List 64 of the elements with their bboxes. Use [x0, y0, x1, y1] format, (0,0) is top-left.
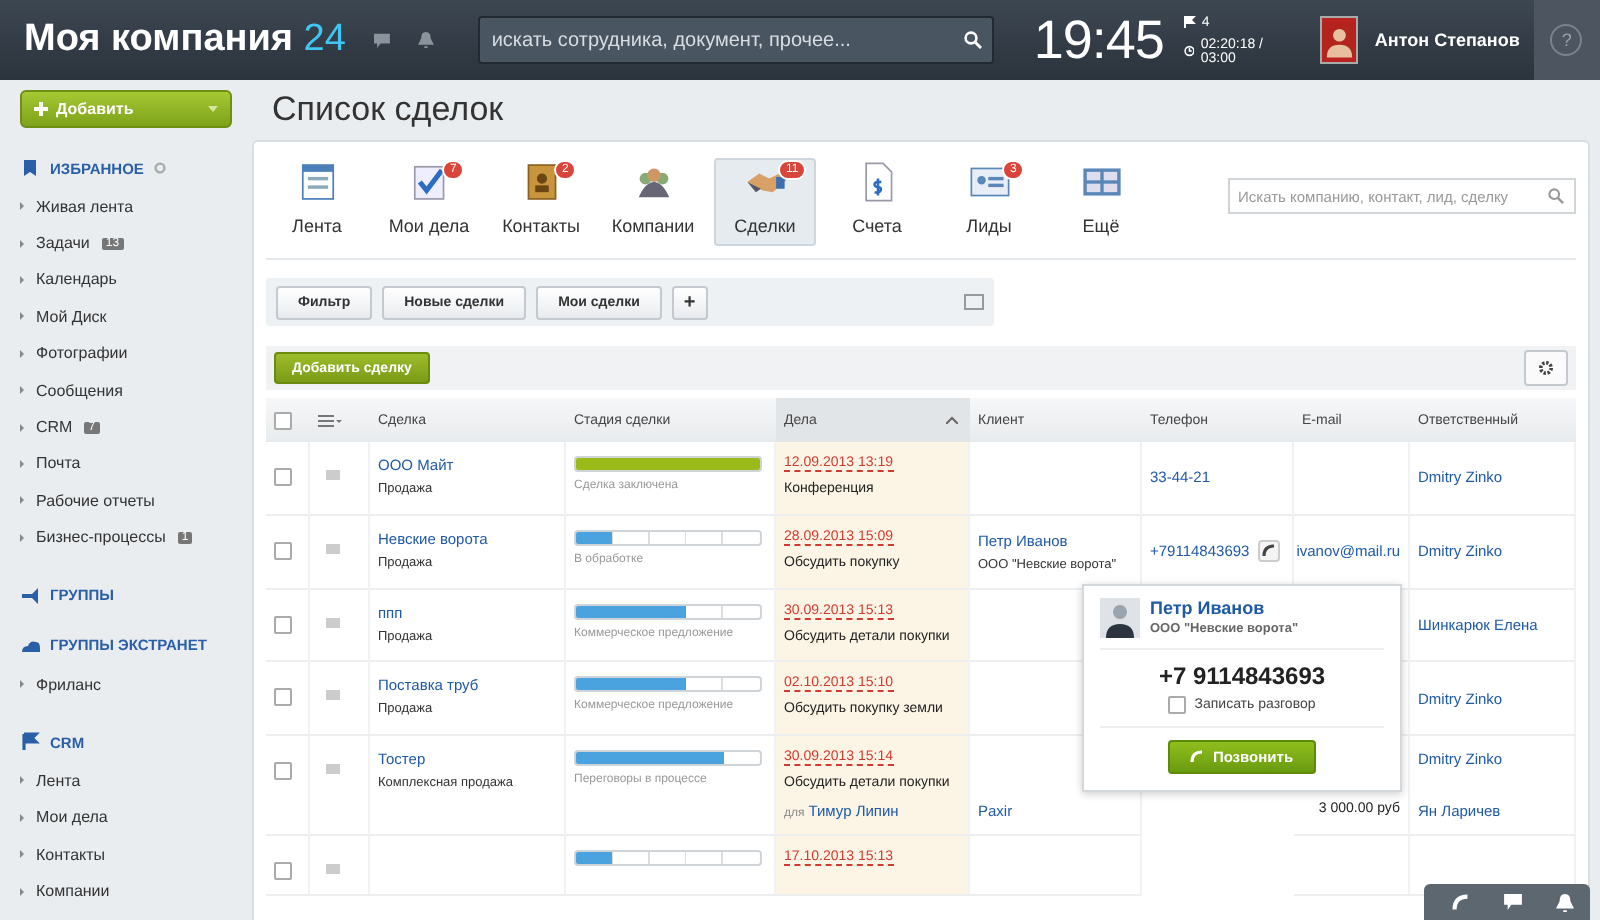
logo[interactable]: Моя компания 24 [24, 18, 346, 62]
add-filter-button[interactable]: + [671, 285, 708, 319]
row-menu-icon[interactable] [326, 764, 340, 775]
search-field[interactable]: искать сотрудника, документ, прочее... [477, 16, 994, 64]
bell-icon[interactable] [417, 30, 434, 50]
sidebar-item[interactable]: Лента [36, 771, 81, 790]
sidebar-item[interactable]: Живая лента [36, 197, 134, 216]
user-name[interactable]: Антон Степанов [1374, 30, 1534, 50]
sidebar-item[interactable]: Фотографии [36, 344, 128, 363]
avatar[interactable] [1319, 16, 1359, 64]
view-toggle-icon[interactable] [964, 294, 984, 310]
sort-icon[interactable] [946, 416, 958, 424]
row-checkbox[interactable] [274, 762, 292, 781]
row-menu-icon[interactable] [326, 863, 340, 874]
section-icon [20, 585, 40, 606]
sidebar-item[interactable]: CRM [36, 418, 73, 437]
sidebar-item[interactable]: Почта [36, 454, 81, 473]
phone-icon [1261, 544, 1276, 559]
row-menu-icon[interactable] [326, 543, 340, 554]
toolbar-tab[interactable]: Лента [266, 158, 368, 246]
menu-icon[interactable] [318, 413, 342, 427]
row-menu-icon[interactable] [326, 690, 340, 701]
record-checkbox[interactable] [1168, 696, 1187, 714]
plus-icon [34, 102, 48, 116]
section-icon [20, 732, 40, 753]
row-checkbox[interactable] [274, 541, 292, 560]
sidebar-item[interactable]: Рабочие отчеты [36, 491, 155, 510]
sidebar-item[interactable]: Фриланс [36, 675, 102, 694]
sidebar-item[interactable]: Мои дела [36, 808, 108, 827]
contact-name[interactable]: Петр Иванов [1150, 598, 1299, 618]
phone-icon[interactable] [1452, 893, 1471, 911]
clock: 19:45 [1033, 9, 1164, 71]
caret-icon [208, 106, 218, 112]
sidebar-item[interactable]: Задачи [36, 234, 90, 253]
row-checkbox[interactable] [274, 861, 292, 880]
toolbar-tab[interactable]: Компании [602, 158, 704, 246]
sidebar-item[interactable]: Календарь [36, 270, 117, 289]
phone-icon [1190, 750, 1205, 764]
sidebar-item[interactable]: Мой Диск [36, 307, 107, 326]
sidebar-item[interactable]: Контакты [36, 845, 106, 864]
settings-button[interactable] [1524, 350, 1568, 386]
clock-icon [1183, 44, 1195, 58]
chat-icon[interactable] [1503, 894, 1522, 910]
toolbar-tab[interactable]: Счета [826, 158, 928, 246]
page-title: Список сделок [272, 90, 504, 130]
search-icon[interactable] [963, 31, 982, 49]
select-all-checkbox[interactable] [274, 411, 292, 429]
avatar [1100, 598, 1140, 638]
sidebar-item[interactable]: Компании [36, 882, 110, 901]
toolbar-tab[interactable]: Ещё [1050, 158, 1152, 246]
row-menu-icon[interactable] [326, 617, 340, 628]
sidebar-item[interactable]: Бизнес-процессы [36, 528, 166, 547]
settings-icon[interactable] [153, 162, 166, 174]
call-button[interactable] [1257, 540, 1280, 563]
section-icon [20, 158, 40, 178]
row-checkbox[interactable] [274, 468, 292, 486]
chat-icon[interactable] [373, 31, 390, 49]
settings-icon [1538, 360, 1554, 376]
sidebar-item[interactable]: Сообщения [36, 381, 123, 400]
phone-number: +7 9114843693 [1156, 662, 1328, 690]
bell-icon[interactable] [1555, 893, 1574, 911]
row-checkbox[interactable] [274, 615, 292, 634]
flag-icon [1183, 16, 1196, 28]
row-checkbox[interactable] [274, 688, 292, 707]
